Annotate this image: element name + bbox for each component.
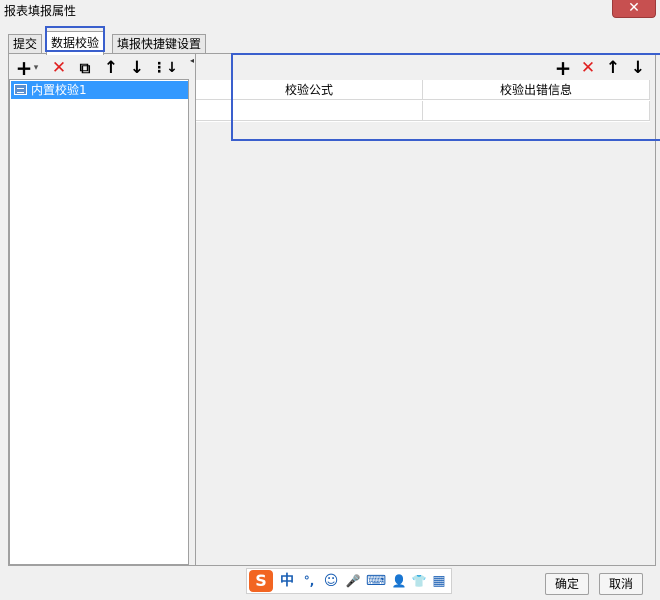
collapse-arrow-icon[interactable]: ◂ [190, 56, 194, 65]
emoji-icon[interactable]: ☺ [321, 571, 341, 591]
add-dropdown-icon[interactable]: ▾ [31, 56, 41, 80]
table-row[interactable] [196, 101, 650, 121]
move-up-icon[interactable]: ↑ [99, 56, 123, 80]
delete-icon[interactable]: ✕ [47, 56, 71, 80]
grid-header: 校验公式 校验出错信息 [196, 80, 650, 100]
row-down-icon[interactable]: ↓ [626, 56, 650, 80]
validation-list-pane: + ▾ ✕ ⧉ ↑ ↓ ⋮↓ 内置校验1 [9, 54, 189, 565]
move-bottom-icon[interactable]: ⋮↓ [151, 56, 179, 80]
user-icon[interactable]: 👤 [389, 571, 409, 591]
tab-shortcut-settings[interactable]: 填报快捷键设置 [112, 34, 207, 54]
validation-item-icon [14, 84, 27, 95]
keyboard-icon[interactable]: ⌨ [365, 571, 387, 591]
column-header-error-message[interactable]: 校验出错信息 [423, 80, 650, 100]
delete-row-icon[interactable]: ✕ [576, 56, 600, 80]
tab-submit[interactable]: 提交 [8, 34, 43, 54]
tab-data-validation[interactable]: 数据校验 [46, 31, 105, 55]
tree-item-label: 内置校验1 [31, 83, 87, 97]
microphone-icon[interactable]: 🎤 [343, 571, 363, 591]
row-up-icon[interactable]: ↑ [601, 56, 625, 80]
validation-detail-pane: + ✕ ↑ ↓ 校验公式 校验出错信息 [195, 54, 655, 565]
toolbox-icon[interactable]: ▦ [429, 571, 449, 591]
tab-panel: + ▾ ✕ ⧉ ↑ ↓ ⋮↓ 内置校验1 ◂ + ✕ ↑ ↓ 校验公式 校验出错… [8, 53, 656, 566]
copy-icon[interactable]: ⧉ [73, 56, 97, 80]
cell-formula[interactable] [196, 101, 423, 121]
column-header-formula[interactable]: 校验公式 [196, 80, 423, 100]
validation-grid: 校验公式 校验出错信息 [196, 80, 650, 122]
move-down-icon[interactable]: ↓ [125, 56, 149, 80]
skin-icon[interactable]: 👕 [409, 571, 429, 591]
close-button[interactable]: ✕ [612, 0, 656, 18]
ime-punctuation-icon[interactable]: °, [299, 571, 319, 591]
ok-button[interactable]: 确定 [545, 573, 589, 595]
window-title: 报表填报属性 [4, 4, 77, 18]
add-row-icon[interactable]: + [551, 56, 575, 80]
title-bar: 报表填报属性 ✕ [0, 0, 660, 20]
sogou-logo-icon[interactable]: S [249, 570, 273, 592]
validation-tree: 内置校验1 [9, 79, 189, 565]
ime-chinese-mode[interactable]: 中 [277, 571, 297, 591]
left-toolbar: + ▾ ✕ ⧉ ↑ ↓ ⋮↓ [9, 56, 189, 80]
ime-toolbar: S 中 °, ☺ 🎤 ⌨ 👤 👕 ▦ [246, 568, 452, 594]
cell-error-message[interactable] [423, 101, 650, 121]
right-toolbar: + ✕ ↑ ↓ [551, 56, 651, 80]
cancel-button[interactable]: 取消 [599, 573, 643, 595]
tree-item-builtin-validation[interactable]: 内置校验1 [11, 81, 188, 99]
